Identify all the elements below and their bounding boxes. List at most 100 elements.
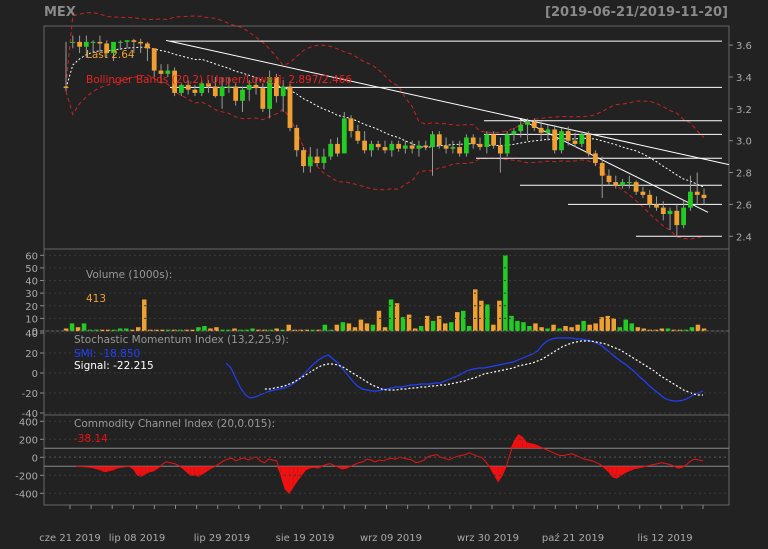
candle-body [362,140,367,151]
candle-body [416,145,422,149]
price-axis-tick-label: 2.8 [736,169,752,180]
cci-area [137,466,142,477]
candle-body [423,145,429,148]
candle-body [484,134,490,147]
x-axis-label: paź 21 2019 [542,532,604,544]
candle-body [565,131,571,141]
candle-body [328,143,334,157]
candle-body [151,48,157,71]
candle-body [307,156,313,167]
candle-body [613,182,619,186]
volume-value: 413 [86,293,106,305]
candle-body [409,145,415,149]
volume-bar [322,324,328,331]
volume-bar [142,299,147,331]
smi-axis-tick-label: 40 [25,329,38,340]
volume-bar [370,324,376,331]
candle-body [117,41,123,43]
volume-bar [629,323,634,331]
candle-body [355,131,361,141]
candle-body [280,86,286,97]
candle-body [240,89,245,101]
volume-bar [617,327,622,331]
candle-body [470,137,476,144]
candle-body [436,134,442,146]
candle-body [138,41,143,44]
volume-axis-tick-label: 30 [25,289,38,300]
candle-body [430,134,435,147]
candle-body [511,131,517,135]
last-price-label: Last 2.64 [86,49,135,61]
cci-area [194,466,199,477]
volume-bar [400,317,406,331]
x-axis-label: cze 21 2019 [39,533,100,544]
smi-label: Stochastic Momentum Index (13,2,25,9): [74,334,289,346]
candle-body [647,194,653,205]
candle-body [321,156,327,163]
cci-axis-tick-label: 400 [19,417,38,428]
volume-bar [214,327,219,331]
volume-bar [611,318,616,331]
volume-bar [196,327,201,331]
candle-body [457,147,462,154]
price-panel [43,25,730,250]
candle-body [77,41,82,47]
candle-body [443,145,449,149]
volume-bar [364,323,370,331]
cci-label: Commodity Channel Index (20,0.015): [74,418,275,430]
volume-bar [563,326,568,331]
volume-bar [533,323,538,331]
candle-body [599,163,605,176]
volume-bar [81,323,87,331]
candle-body [586,134,591,154]
volume-bar [539,327,544,331]
volume-bar [75,327,81,331]
volume-bar [497,300,502,331]
candle-body [314,156,320,163]
candle-body [688,191,693,208]
candle-body [572,140,578,144]
candle-body [531,121,537,128]
candle-body [341,118,347,154]
candle-body [498,145,503,154]
volume-axis-tick-label: 20 [25,302,38,313]
volume-bar [587,324,592,331]
cci-area [190,466,195,476]
candle-body [667,210,673,214]
cci-axis-tick-label: 200 [19,435,38,446]
volume-bar [689,327,695,331]
candle-body [545,129,551,133]
candle-body [124,40,130,42]
volume-bar [340,322,346,331]
candle-body [83,41,89,47]
smi-axis-tick-label: 0 [32,369,38,380]
bollinger-middle [65,46,705,188]
cci-area [612,466,617,478]
volume-bar [521,322,526,331]
volume-label: Volume (1000s): [86,269,172,281]
volume-axis-tick-label: 50 [25,264,38,275]
volume-bar [394,303,400,331]
volume-bar [551,324,556,331]
candle-body [464,137,469,154]
volume-bar [449,322,454,331]
candle-body [504,134,510,154]
candle-body [382,147,388,151]
x-axis-label: wrz 09 2019 [360,533,422,544]
volume-bar [136,327,141,331]
candle-body [525,121,530,125]
volume-bar [575,324,580,331]
candle-body [226,86,232,88]
volume-axis-tick-label: 40 [25,277,38,288]
x-axis-label: lis 12 2019 [637,533,692,544]
volume-bar [69,323,75,331]
candle-body [681,207,686,226]
candle-body [375,143,381,148]
volume-bar [455,312,460,331]
candle-body [579,134,585,144]
price-axis-tick-label: 3.6 [736,41,752,52]
price-axis-tick-label: 3.0 [736,137,752,148]
candle-body [145,43,150,49]
candle-body [131,40,137,42]
volume-bar [515,320,520,331]
